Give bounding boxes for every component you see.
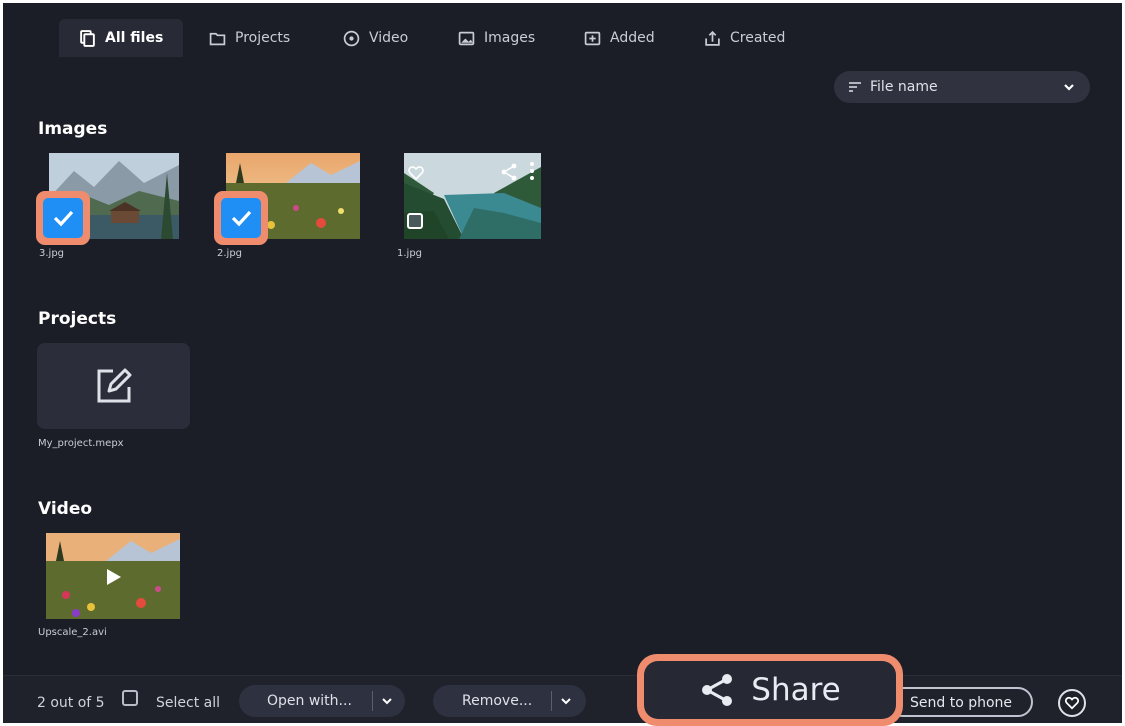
added-icon (584, 31, 601, 45)
heart-icon[interactable] (408, 165, 424, 181)
image-thumbnail[interactable] (404, 153, 541, 239)
share-icon[interactable] (500, 163, 518, 181)
video-icon (343, 30, 360, 46)
file-name: 1.jpg (397, 248, 423, 259)
tab-all-files[interactable]: All files (59, 19, 184, 57)
created-icon (705, 30, 720, 46)
image-select-checkbox[interactable] (36, 191, 90, 245)
files-icon (80, 29, 95, 47)
tab-added[interactable]: Added (584, 19, 655, 57)
selection-count: 2 out of 5 (37, 695, 105, 711)
image-select-checkbox[interactable] (407, 213, 423, 229)
video-section-title: Video (38, 499, 93, 519)
checkmark-icon (231, 210, 252, 227)
share-icon (702, 674, 733, 706)
images-section-title: Images (38, 119, 108, 139)
play-icon (107, 569, 121, 585)
tab-images[interactable]: Images (458, 19, 535, 57)
select-all-checkbox[interactable] (122, 690, 138, 706)
heart-icon (1065, 696, 1079, 710)
project-card[interactable] (37, 343, 190, 429)
open-with-label: Open with... (267, 693, 352, 709)
remove-label: Remove... (462, 693, 533, 709)
river-forest-photo (404, 153, 541, 239)
send-to-phone-button[interactable]: Send to phone (888, 687, 1033, 717)
projects-section-title: Projects (38, 309, 117, 329)
remove-dropdown[interactable]: Remove... (433, 685, 586, 717)
sort-icon (849, 82, 861, 92)
favorites-button[interactable] (1058, 689, 1086, 717)
chevron-down-icon[interactable] (381, 695, 393, 707)
file-name: My_project.mepx (38, 438, 124, 449)
media-library-window: All files Projects Video Images Added Cr… (3, 3, 1122, 723)
select-all-label[interactable]: Select all (156, 695, 220, 711)
folder-icon (209, 32, 226, 45)
tab-projects[interactable]: Projects (209, 19, 290, 57)
file-name: Upscale_2.avi (38, 627, 107, 638)
chevron-down-icon (1064, 84, 1074, 91)
file-name: 3.jpg (39, 248, 65, 259)
image-icon (458, 31, 475, 45)
chevron-down-icon[interactable] (560, 695, 572, 707)
more-options-icon[interactable] (528, 161, 536, 181)
tab-video[interactable]: Video (343, 19, 408, 57)
edit-project-icon (97, 368, 131, 403)
tab-created[interactable]: Created (704, 19, 785, 57)
file-name: 2.jpg (217, 248, 243, 259)
open-with-dropdown[interactable]: Open with... (239, 685, 405, 717)
image-select-checkbox[interactable] (214, 191, 268, 245)
sort-dropdown[interactable]: File name (834, 71, 1090, 103)
tab-bar: All files Projects Video Images Added Cr… (3, 3, 1122, 61)
video-thumbnail[interactable] (46, 533, 180, 619)
checkmark-icon (53, 210, 74, 227)
share-button[interactable]: Share (644, 661, 896, 719)
